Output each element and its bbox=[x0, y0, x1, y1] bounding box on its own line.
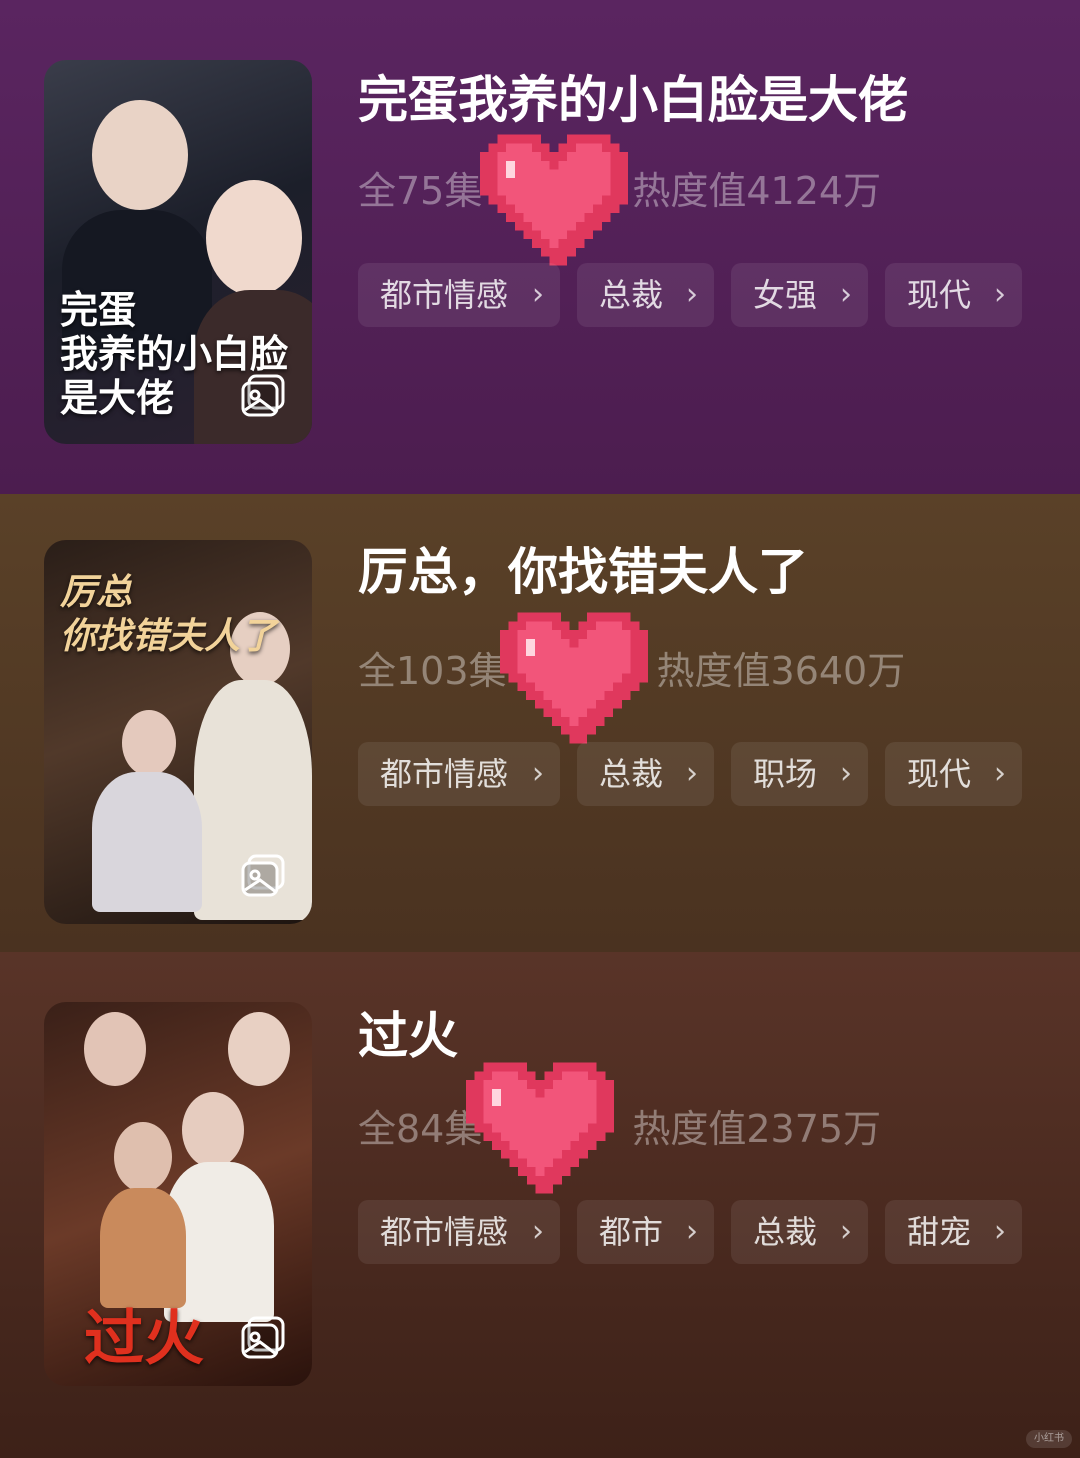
gallery-icon[interactable] bbox=[240, 374, 286, 418]
poster-title: 厉总 你找错夫人了 bbox=[60, 571, 277, 657]
poster-figure bbox=[100, 1188, 186, 1308]
gallery-icon[interactable] bbox=[240, 854, 286, 898]
drama-card[interactable]: 厉总 你找错夫人了 厉总，你找错夫人了 全103集 热度值3640万 都市情感 › … bbox=[0, 494, 1080, 952]
chevron-right-icon: › bbox=[994, 756, 1006, 791]
poster-figure bbox=[114, 1122, 172, 1192]
drama-title[interactable]: 厉总，你找错夫人了 bbox=[358, 542, 808, 602]
tag-chip[interactable]: 职场 › bbox=[731, 742, 868, 806]
poster-figure bbox=[92, 100, 188, 210]
tag-chip[interactable]: 总裁 › bbox=[577, 263, 714, 327]
drama-poster[interactable]: 过火 bbox=[44, 1002, 312, 1386]
chevron-right-icon: › bbox=[994, 277, 1006, 312]
poster-figure bbox=[84, 1012, 146, 1086]
drama-card[interactable]: 完蛋 我养的小白脸 是大佬 完蛋我养的小白脸是大佬 全75集 热度值4124万 都… bbox=[0, 0, 1080, 494]
tag-chip[interactable]: 都市情感 › bbox=[358, 1200, 560, 1264]
poster-figure bbox=[122, 710, 176, 776]
tag-chip[interactable]: 现代 › bbox=[885, 263, 1022, 327]
poster-figure bbox=[92, 772, 202, 912]
tag-chip[interactable]: 现代 › bbox=[885, 742, 1022, 806]
poster-figure bbox=[182, 1092, 244, 1168]
pixel-heart-icon bbox=[500, 612, 648, 744]
tag-chip[interactable]: 都市情感 › bbox=[358, 263, 560, 327]
chevron-right-icon: › bbox=[840, 756, 852, 791]
tag-chip[interactable]: 都市 › bbox=[577, 1200, 714, 1264]
drama-title[interactable]: 完蛋我养的小白脸是大佬 bbox=[358, 70, 908, 130]
poster-figure bbox=[228, 1012, 290, 1086]
tag-chip[interactable]: 甜宠 › bbox=[885, 1200, 1022, 1264]
drama-poster[interactable]: 厉总 你找错夫人了 bbox=[44, 540, 312, 924]
drama-stats: 全84集 热度值2375万 bbox=[358, 1106, 881, 1152]
tag-chip[interactable]: 都市情感 › bbox=[358, 742, 560, 806]
drama-card[interactable]: 过火 过火 全84集 热度值2375万 都市情感 › 都市 › 总裁 › 甜宠 › 小红书 bbox=[0, 952, 1080, 1458]
chevron-right-icon: › bbox=[840, 1214, 852, 1249]
chevron-right-icon: › bbox=[532, 756, 544, 791]
chevron-right-icon: › bbox=[686, 756, 698, 791]
watermark: 小红书 bbox=[1026, 1430, 1072, 1448]
heat-value: 热度值3640万 bbox=[656, 649, 906, 693]
tag-chip[interactable]: 总裁 › bbox=[577, 742, 714, 806]
poster-figure bbox=[206, 180, 302, 296]
chevron-right-icon: › bbox=[686, 277, 698, 312]
heat-value: 热度值4124万 bbox=[632, 169, 882, 213]
heat-value: 热度值2375万 bbox=[632, 1107, 882, 1151]
tag-chip[interactable]: 女强 › bbox=[731, 263, 868, 327]
chevron-right-icon: › bbox=[686, 1214, 698, 1249]
tag-chip[interactable]: 总裁 › bbox=[731, 1200, 868, 1264]
chevron-right-icon: › bbox=[532, 277, 544, 312]
chevron-right-icon: › bbox=[532, 1214, 544, 1249]
episode-count: 全103集 bbox=[358, 649, 507, 693]
pixel-heart-icon bbox=[466, 1062, 614, 1194]
chevron-right-icon: › bbox=[994, 1214, 1006, 1249]
drama-title[interactable]: 过火 bbox=[358, 1006, 458, 1066]
drama-poster[interactable]: 完蛋 我养的小白脸 是大佬 bbox=[44, 60, 312, 444]
chevron-right-icon: › bbox=[840, 277, 852, 312]
gallery-icon[interactable] bbox=[240, 1316, 286, 1360]
pixel-heart-icon bbox=[480, 134, 628, 266]
episode-count: 全75集 bbox=[358, 169, 483, 213]
episode-count: 全84集 bbox=[358, 1107, 483, 1151]
